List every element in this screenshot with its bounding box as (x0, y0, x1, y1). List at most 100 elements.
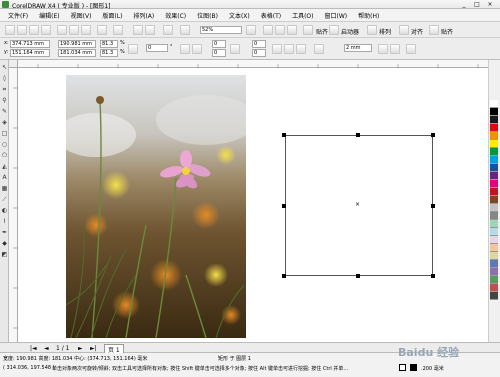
crop-tool-icon[interactable]: ⌗ (1, 86, 8, 93)
chamfered-corner-icon[interactable] (296, 44, 306, 54)
selection-handle-bottom-left[interactable] (282, 274, 286, 278)
grid-icon[interactable] (275, 25, 285, 35)
lock-ratio-icon[interactable] (128, 44, 138, 54)
dimension-tool-icon[interactable]: ⟋ (1, 196, 8, 203)
new-file-icon[interactable] (5, 25, 15, 35)
snap-options-icon[interactable] (429, 25, 439, 35)
table-tool-icon[interactable]: ▦ (1, 185, 8, 192)
scale-height-field[interactable]: 81.3 (100, 49, 118, 57)
rectangle-tool-icon[interactable]: □ (1, 130, 8, 137)
launcher-label[interactable]: 启动器 (341, 27, 359, 36)
print-icon[interactable] (41, 25, 51, 35)
redo-icon[interactable] (113, 25, 123, 35)
maximize-button[interactable]: □ (471, 1, 483, 8)
selection-handle-right[interactable] (431, 204, 435, 208)
polygon-tool-icon[interactable]: ⬠ (1, 152, 8, 159)
next-page-icon[interactable]: ► (78, 345, 83, 352)
arrange-icon[interactable] (367, 25, 377, 35)
palette-swatch[interactable] (490, 236, 498, 244)
vertical-ruler[interactable] (9, 68, 18, 342)
pick-tool-icon[interactable]: ↖ (1, 64, 8, 71)
mirror-horizontal-icon[interactable] (180, 44, 190, 54)
menu-view[interactable]: 视图(V) (71, 11, 92, 20)
menu-effects[interactable]: 效果(C) (165, 11, 186, 20)
corner-radius-2-field[interactable]: 0 (252, 40, 266, 48)
palette-swatch[interactable] (490, 148, 498, 156)
welcome-screen-icon[interactable] (180, 25, 190, 35)
zoom-level-select[interactable]: 52% (200, 26, 242, 34)
palette-swatch[interactable] (490, 100, 498, 108)
menu-text[interactable]: 文本(X) (229, 11, 250, 20)
interactive-blend-tool-icon[interactable]: ◐ (1, 207, 8, 214)
rotation-angle-field[interactable]: 0 (146, 44, 168, 52)
minimize-button[interactable]: _ (458, 1, 470, 8)
palette-swatch[interactable] (490, 276, 498, 284)
fill-indicator-icon[interactable] (399, 364, 406, 371)
last-page-icon[interactable]: ►| (90, 345, 97, 352)
palette-swatch[interactable] (490, 292, 498, 300)
cut-icon[interactable] (57, 25, 67, 35)
palette-swatch[interactable] (490, 172, 498, 180)
convert-to-curves-icon[interactable] (406, 44, 416, 54)
launcher-icon[interactable] (329, 25, 339, 35)
mirror-vertical-icon[interactable] (192, 44, 202, 54)
text-wrap-icon[interactable] (314, 44, 324, 54)
rotation-center-icon[interactable]: × (355, 202, 360, 208)
selection-handle-left[interactable] (282, 204, 286, 208)
open-file-icon[interactable] (17, 25, 27, 35)
undo-icon[interactable] (97, 25, 107, 35)
zoom-tool-icon[interactable]: ⚲ (1, 97, 8, 104)
basic-shapes-tool-icon[interactable]: ◭ (1, 163, 8, 170)
full-screen-preview-icon[interactable] (246, 25, 256, 35)
selection-handle-bottom-right[interactable] (431, 274, 435, 278)
palette-swatch[interactable] (490, 124, 498, 132)
prev-page-icon[interactable]: ◄ (44, 345, 49, 352)
selection-handle-top-right[interactable] (431, 133, 435, 137)
y-position-field[interactable]: 151.164 mm (10, 49, 50, 57)
palette-swatch[interactable] (490, 188, 498, 196)
to-back-icon[interactable] (390, 44, 400, 54)
outline-indicator-icon[interactable] (410, 364, 417, 371)
palette-swatch[interactable] (490, 220, 498, 228)
align-icon[interactable] (399, 25, 409, 35)
menu-help[interactable]: 帮助(H) (358, 11, 379, 20)
palette-swatch[interactable] (490, 116, 498, 124)
import-icon[interactable] (133, 25, 143, 35)
rulers-icon[interactable] (263, 25, 273, 35)
menu-window[interactable]: 窗口(W) (325, 11, 348, 20)
smart-fill-tool-icon[interactable]: ◈ (1, 119, 8, 126)
palette-swatch[interactable] (490, 156, 498, 164)
scale-width-field[interactable]: 81.3 (100, 40, 118, 48)
menu-bitmaps[interactable]: 位图(B) (197, 11, 218, 20)
outline-tool-icon[interactable]: ✒ (1, 229, 8, 236)
text-tool-icon[interactable]: A (1, 174, 8, 181)
snap-options-label[interactable]: 贴齐 (441, 27, 453, 36)
palette-swatch[interactable] (490, 228, 498, 236)
arrange-label[interactable]: 排列 (379, 27, 391, 36)
menu-file[interactable]: 文件(F) (8, 11, 28, 20)
selection-handle-top-left[interactable] (282, 133, 286, 137)
palette-swatch[interactable] (490, 164, 498, 172)
snap-icon[interactable] (303, 25, 313, 35)
close-button[interactable]: × (484, 1, 496, 8)
palette-swatch[interactable] (490, 212, 498, 220)
palette-swatch[interactable] (490, 196, 498, 204)
snap-label[interactable]: 贴齐 (316, 27, 328, 36)
ellipse-tool-icon[interactable]: ○ (1, 141, 8, 148)
palette-swatch[interactable] (490, 244, 498, 252)
menu-arrange[interactable]: 排列(A) (133, 11, 154, 20)
corner-radius-1-field[interactable]: 0 (212, 40, 226, 48)
scalloped-corner-icon[interactable] (284, 44, 294, 54)
paste-icon[interactable] (81, 25, 91, 35)
outline-width-select[interactable]: 2 mm (344, 44, 372, 52)
shape-tool-icon[interactable]: ◊ (1, 75, 8, 82)
copy-icon[interactable] (69, 25, 79, 35)
x-position-field[interactable]: 374.713 mm (10, 40, 50, 48)
interactive-fill-tool-icon[interactable]: ◩ (1, 251, 8, 258)
eyedropper-tool-icon[interactable]: ⌇ (1, 218, 8, 225)
width-field[interactable]: 190.981 mm (58, 40, 96, 48)
round-corners-lock-icon[interactable] (230, 44, 240, 54)
menu-layout[interactable]: 版面(L) (102, 11, 122, 20)
palette-swatch[interactable] (490, 268, 498, 276)
palette-swatch[interactable] (490, 260, 498, 268)
